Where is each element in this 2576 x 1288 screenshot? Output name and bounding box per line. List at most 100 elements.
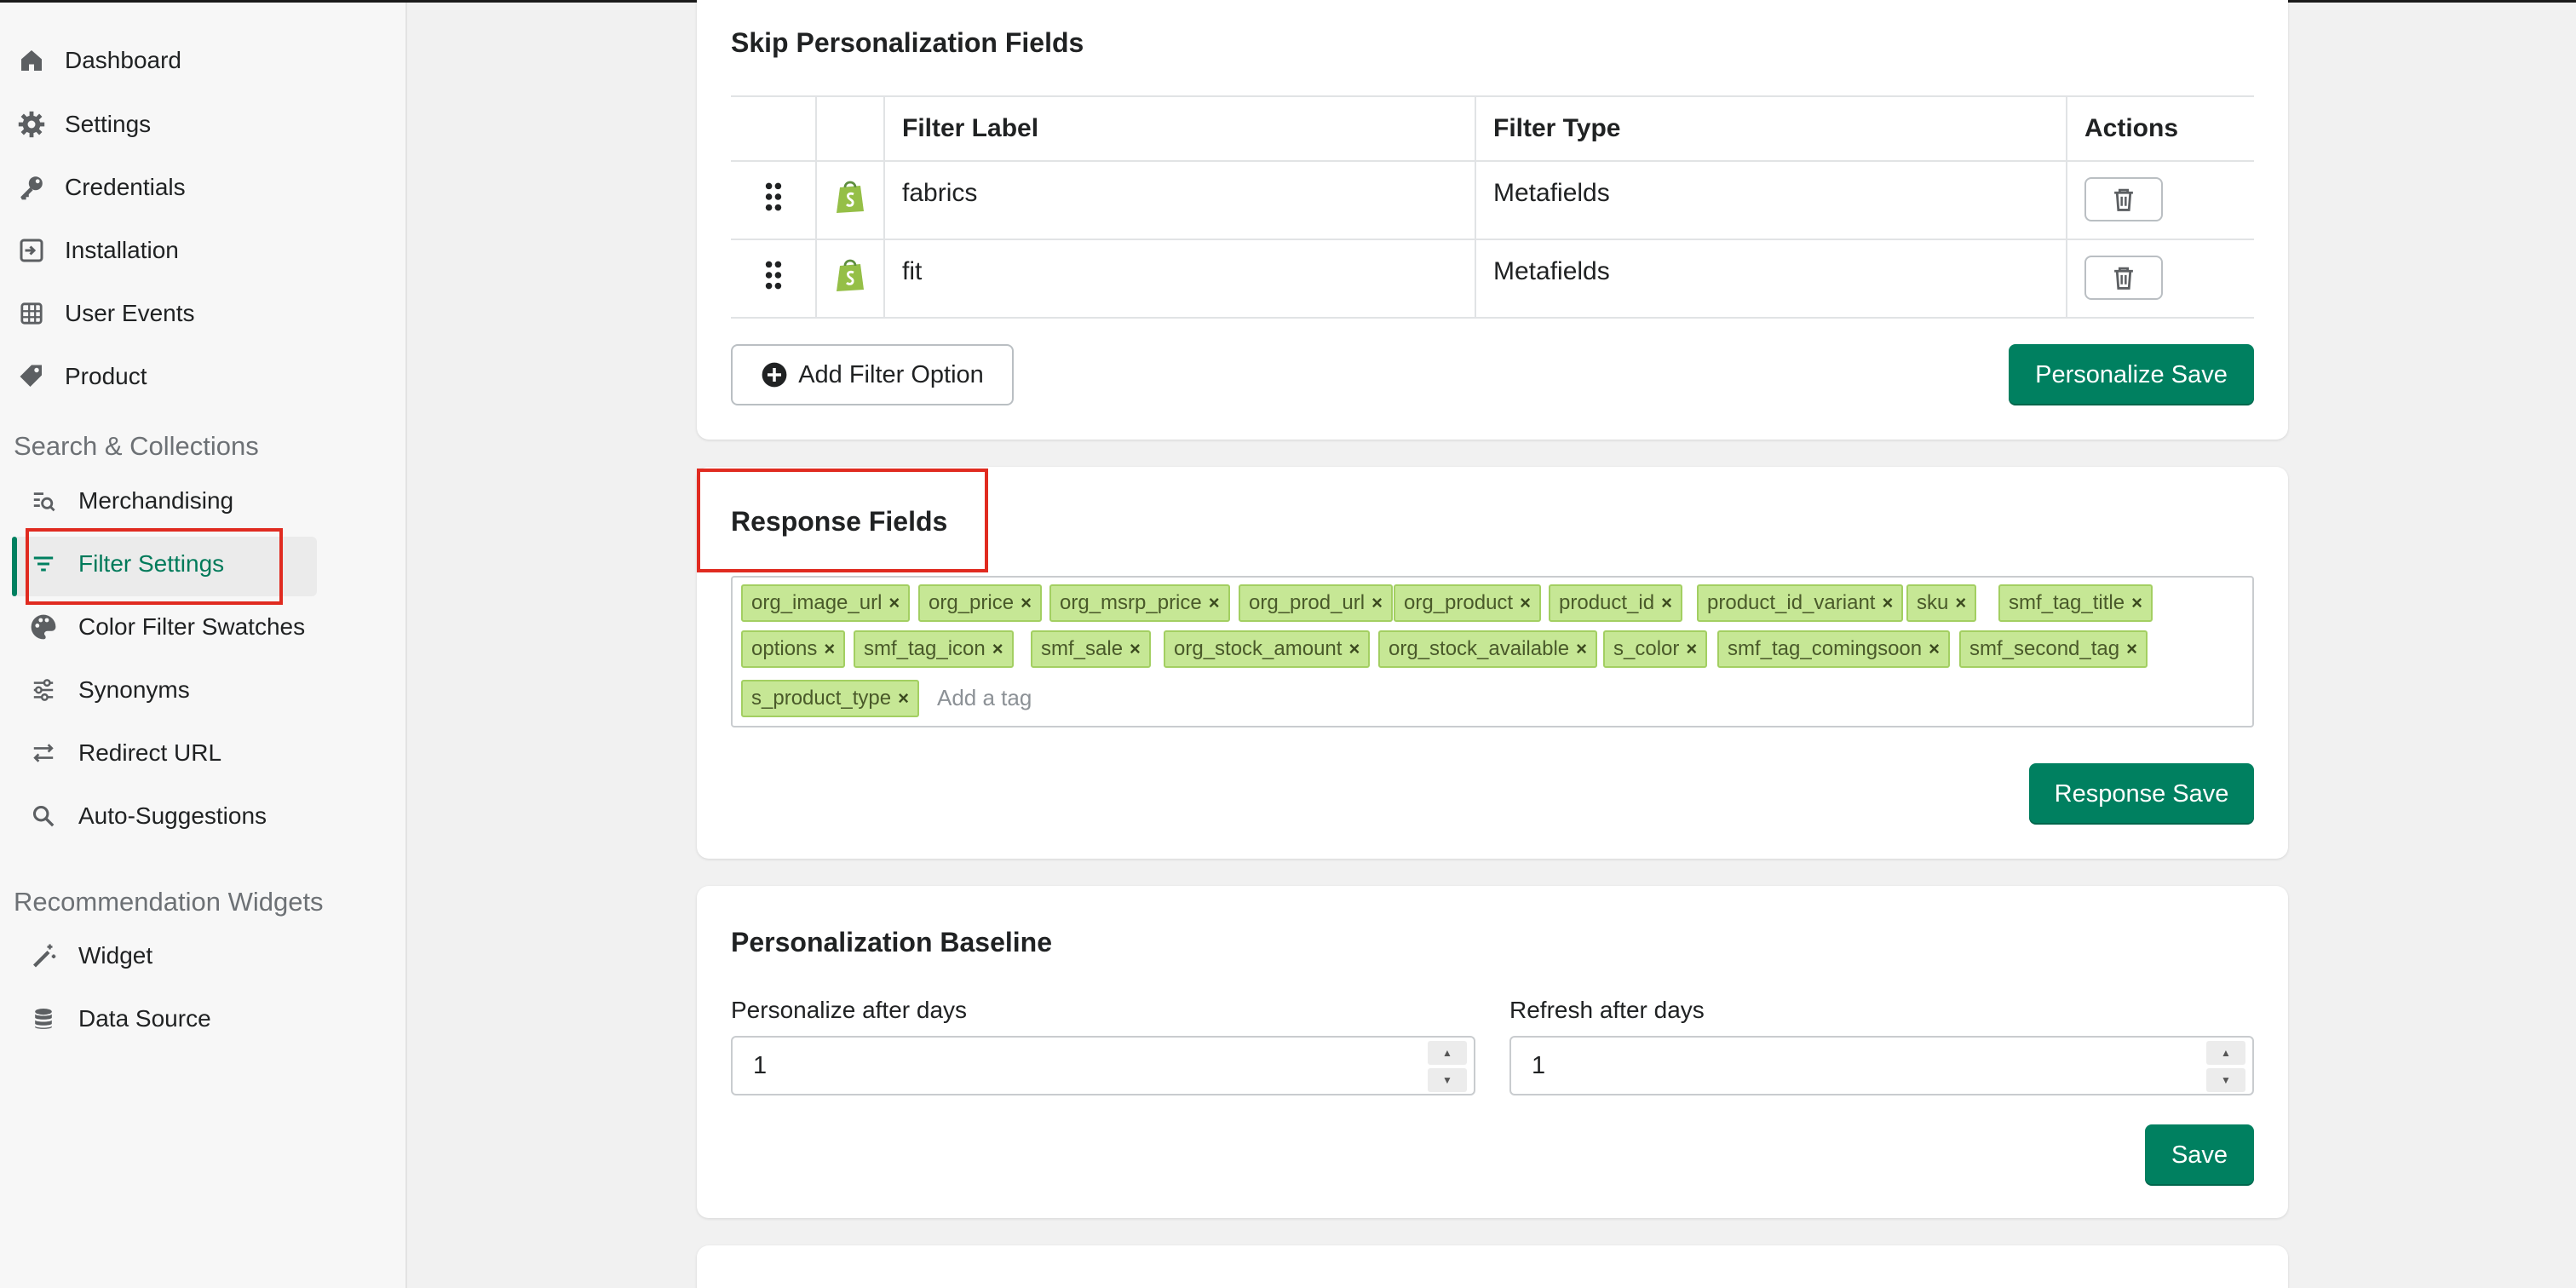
search-icon	[29, 802, 58, 831]
stepper-down-icon[interactable]: ▼	[1428, 1068, 1467, 1092]
tag-label: smf_tag_comingsoon	[1728, 637, 1923, 660]
tag-label: org_stock_amount	[1174, 637, 1343, 660]
stepper-down-icon[interactable]: ▼	[2206, 1068, 2245, 1092]
delete-button[interactable]	[2084, 177, 2163, 221]
tag: product_id ×	[1549, 584, 1682, 622]
tag: options ×	[741, 630, 846, 668]
tag-remove-icon[interactable]: ×	[1576, 638, 1587, 660]
add-filter-option-button[interactable]: Add Filter Option	[731, 344, 1014, 405]
personalize-after-days-input[interactable]: 1 ▲ ▼	[731, 1036, 1475, 1095]
tag-remove-icon[interactable]: ×	[2131, 592, 2142, 614]
sidebar-item-widget[interactable]: Widget	[0, 930, 407, 981]
card-title: Personalization Baseline	[731, 927, 1053, 957]
sidebar-item-user-events[interactable]: User Events	[0, 288, 407, 339]
sidebar-item-label: Redirect URL	[78, 739, 222, 766]
tag-label: org_msrp_price	[1060, 591, 1202, 614]
sidebar-item-settings[interactable]: Settings	[0, 99, 407, 150]
number-stepper[interactable]: ▲ ▼	[2206, 1041, 2245, 1092]
sidebar-item-label: Installation	[65, 237, 179, 263]
tag-remove-icon[interactable]: ×	[1661, 592, 1672, 614]
stepper-up-icon[interactable]: ▲	[1428, 1041, 1467, 1065]
tag-remove-icon[interactable]: ×	[898, 687, 909, 710]
personalize-save-button[interactable]: Personalize Save	[2009, 344, 2254, 405]
tag-remove-icon[interactable]: ×	[992, 638, 1003, 660]
filter-type-cell: Metafields	[1475, 239, 2067, 319]
tag-label: s_product_type	[751, 687, 892, 710]
sidebar-item-auto-suggestions[interactable]: Auto-Suggestions	[0, 791, 407, 842]
button-label: Add Filter Option	[798, 360, 984, 388]
tag-label: sku	[1917, 591, 1949, 614]
tag-remove-icon[interactable]: ×	[1520, 592, 1531, 614]
tag-remove-icon[interactable]: ×	[1371, 592, 1383, 614]
column-filter-type: Filter Type	[1475, 95, 2067, 162]
shopify-icon	[815, 239, 884, 319]
tag-label: product_id	[1559, 591, 1655, 614]
filter-type-cell: Metafields	[1475, 161, 2067, 240]
tag: org_stock_available ×	[1378, 630, 1597, 668]
tag-remove-icon[interactable]: ×	[2126, 638, 2137, 660]
number-stepper[interactable]: ▲ ▼	[1428, 1041, 1467, 1092]
tag: org_msrp_price ×	[1049, 584, 1230, 622]
database-icon	[29, 1004, 58, 1033]
sidebar-item-label: Product	[65, 363, 147, 389]
stepper-up-icon[interactable]: ▲	[2206, 1041, 2245, 1065]
column-source	[815, 95, 884, 162]
sidebar-item-label: Data Source	[78, 1005, 211, 1032]
drag-handle[interactable]	[731, 239, 816, 319]
tag-remove-icon[interactable]: ×	[824, 638, 835, 660]
sidebar-item-label: Widget	[78, 942, 153, 969]
tag: s_product_type ×	[741, 680, 919, 717]
tag-label: org_prod_url	[1249, 591, 1366, 614]
palette-icon	[29, 612, 58, 641]
filter-label-cell: fit	[883, 239, 1475, 319]
tag: smf_tag_icon ×	[854, 630, 1014, 668]
sidebar-item-redirect-url[interactable]: Redirect URL	[0, 727, 407, 779]
shopify-icon	[815, 161, 884, 240]
tag-remove-icon[interactable]: ×	[1686, 638, 1697, 660]
refresh-after-days-label: Refresh after days	[1509, 997, 1705, 1023]
tag-remove-icon[interactable]: ×	[1955, 592, 1966, 614]
tag-remove-icon[interactable]: ×	[1130, 638, 1141, 660]
tag: org_stock_amount ×	[1164, 630, 1371, 668]
sidebar-item-merchandising[interactable]: Merchandising	[0, 475, 407, 526]
sidebar-item-credentials[interactable]: Credentials	[0, 162, 407, 213]
sidebar-item-color-filter-swatches[interactable]: Color Filter Swatches	[0, 601, 407, 653]
tag-label: options	[751, 637, 818, 660]
tag: smf_sale ×	[1031, 630, 1151, 668]
tag-remove-icon[interactable]: ×	[1929, 638, 1940, 660]
tag: smf_tag_comingsoon ×	[1717, 630, 1950, 668]
delete-button[interactable]	[2084, 256, 2163, 300]
add-tag-input[interactable]: Add a tag	[937, 685, 1032, 711]
sidebar-item-label: Dashboard	[65, 47, 181, 73]
table-header-row: Filter Label Filter Type Actions	[731, 95, 2254, 162]
tag-label: smf_second_tag	[1969, 637, 2120, 660]
tag-input-box[interactable]: org_image_url × org_price × org_msrp_price…	[731, 576, 2254, 727]
tag-remove-icon[interactable]: ×	[1882, 592, 1893, 614]
actions-cell	[2066, 239, 2254, 319]
actions-cell	[2066, 161, 2254, 240]
sidebar-item-dashboard[interactable]: Dashboard	[0, 35, 407, 86]
tag-remove-icon[interactable]: ×	[1209, 592, 1220, 614]
refresh-after-days-input[interactable]: 1 ▲ ▼	[1509, 1036, 2254, 1095]
sidebar-item-installation[interactable]: Installation	[0, 225, 407, 276]
response-save-button[interactable]: Response Save	[2029, 763, 2254, 825]
personalize-after-days-label: Personalize after days	[731, 997, 968, 1023]
sidebar: Dashboard Settings Credentials Installat…	[0, 3, 407, 1288]
save-button[interactable]: Save	[2145, 1124, 2254, 1186]
filter-table: Filter Label Filter Type Actions fabrics…	[731, 95, 2254, 319]
input-value: 1	[753, 1051, 768, 1079]
tag-remove-icon[interactable]: ×	[1021, 592, 1032, 614]
tag: org_price ×	[918, 584, 1042, 622]
sliders-icon	[29, 676, 58, 704]
trash-icon	[2114, 267, 2133, 290]
plus-circle-icon	[762, 362, 787, 388]
tag-label: smf_tag_title	[2009, 591, 2125, 614]
drag-handle[interactable]	[731, 161, 816, 240]
tag-remove-icon[interactable]: ×	[1348, 638, 1360, 660]
sidebar-item-label: Auto-Suggestions	[78, 802, 267, 829]
sidebar-item-synonyms[interactable]: Synonyms	[0, 664, 407, 716]
tag: org_prod_url ×	[1239, 584, 1393, 622]
sidebar-item-product[interactable]: Product	[0, 351, 407, 402]
tag-remove-icon[interactable]: ×	[888, 592, 900, 614]
sidebar-item-data-source[interactable]: Data Source	[0, 993, 407, 1044]
